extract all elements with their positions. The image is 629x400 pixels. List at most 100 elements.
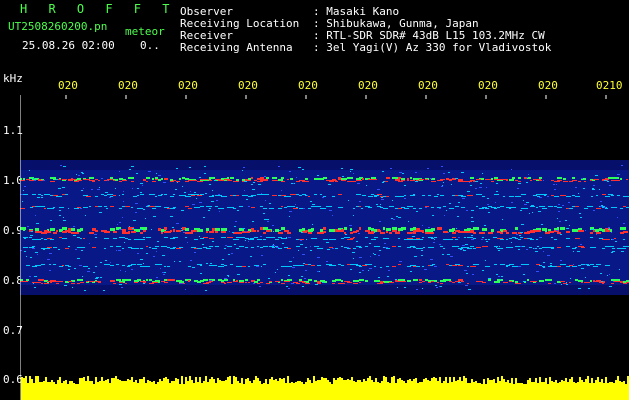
signal-pixel — [488, 239, 490, 240]
level-bar-column — [329, 382, 331, 400]
signal-pixel — [455, 206, 459, 207]
signal-pixel — [146, 246, 148, 247]
signal-pixel — [257, 283, 260, 284]
noise-speck — [471, 239, 474, 240]
signal-pixel — [500, 248, 503, 249]
signal-pixel — [506, 207, 512, 208]
noise-speck — [599, 189, 600, 190]
noise-speck — [315, 194, 317, 195]
noise-speck — [601, 205, 603, 206]
signal-pixel — [161, 232, 163, 234]
noise-speck — [539, 237, 542, 238]
noise-speck — [460, 249, 462, 250]
signal-pixel — [146, 237, 151, 238]
signal-pixel — [203, 283, 209, 284]
noise-speck — [550, 263, 552, 264]
signal-pixel — [554, 196, 559, 197]
level-bar-column — [269, 379, 271, 400]
level-bar-column — [121, 381, 123, 400]
noise-speck — [496, 191, 498, 192]
signal-pixel — [404, 208, 409, 209]
signal-pixel — [356, 230, 359, 232]
signal-pixel — [110, 228, 115, 231]
signal-pixel — [290, 194, 296, 195]
noise-speck — [484, 225, 486, 226]
level-bar-column — [193, 383, 195, 400]
level-bar-column — [455, 381, 457, 400]
noise-speck — [58, 249, 60, 250]
noise-speck — [237, 210, 239, 211]
noise-speck — [164, 272, 166, 273]
signal-pixel — [188, 266, 191, 267]
level-bar-column — [275, 379, 277, 400]
signal-pixel — [50, 208, 54, 209]
noise-speck — [176, 223, 179, 224]
signal-pixel — [359, 227, 361, 230]
signal-pixel — [413, 194, 415, 195]
signal-pixel — [323, 196, 326, 197]
noise-speck — [156, 251, 157, 252]
signal-pixel — [203, 247, 207, 248]
signal-pixel — [431, 238, 434, 239]
signal-pixel — [167, 266, 170, 267]
noise-speck — [163, 182, 166, 183]
noise-speck — [382, 182, 384, 183]
level-bar-column — [21, 377, 23, 400]
signal-pixel — [338, 179, 341, 180]
signal-pixel — [248, 266, 250, 267]
signal-pixel — [71, 179, 76, 180]
noise-speck — [471, 210, 474, 211]
level-bar-column — [383, 376, 385, 400]
level-bar-column — [393, 376, 395, 400]
level-bar-column — [31, 379, 33, 400]
signal-pixel — [158, 264, 162, 265]
signal-pixel — [278, 179, 283, 181]
noise-speck — [591, 196, 593, 197]
noise-speck — [558, 204, 560, 205]
noise-speck — [414, 256, 417, 257]
noise-speck — [27, 226, 29, 227]
signal-pixel — [533, 195, 537, 196]
noise-speck — [580, 217, 582, 218]
noise-speck — [617, 217, 618, 218]
level-bar-column — [405, 383, 407, 400]
signal-pixel — [464, 237, 466, 238]
noise-speck — [56, 179, 58, 180]
signal-pixel — [188, 208, 192, 209]
signal-pixel — [350, 232, 353, 234]
signal-pixel — [353, 248, 356, 249]
signal-pixel — [254, 281, 258, 283]
signal-pixel — [371, 194, 374, 195]
signal-pixel — [416, 266, 420, 267]
level-bar-column — [63, 381, 65, 400]
level-bar-column — [57, 380, 59, 400]
signal-pixel — [191, 247, 196, 248]
signal-pixel — [341, 238, 344, 239]
signal-pixel — [206, 206, 212, 207]
signal-pixel — [188, 194, 194, 195]
signal-pixel — [557, 177, 562, 179]
noise-speck — [328, 184, 331, 185]
noise-speck — [604, 180, 607, 181]
noise-speck — [604, 207, 606, 208]
noise-speck — [140, 183, 143, 184]
signal-pixel — [260, 177, 264, 179]
signal-pixel — [170, 238, 175, 239]
file-name: UT2508260200.pn — [8, 20, 108, 33]
noise-speck — [432, 215, 434, 216]
signal-pixel — [557, 227, 559, 230]
noise-speck — [399, 261, 402, 262]
noise-speck — [82, 276, 83, 277]
noise-speck — [190, 260, 192, 261]
signal-pixel — [536, 194, 539, 195]
signal-pixel — [596, 232, 601, 234]
signal-pixel — [68, 266, 71, 267]
signal-pixel — [611, 246, 614, 247]
signal-pixel — [419, 279, 422, 281]
noise-speck — [78, 175, 80, 176]
noise-speck — [200, 273, 202, 274]
level-bar-column — [415, 378, 417, 400]
signal-pixel — [68, 281, 72, 282]
noise-speck — [378, 277, 380, 278]
level-bar-column — [153, 381, 155, 400]
